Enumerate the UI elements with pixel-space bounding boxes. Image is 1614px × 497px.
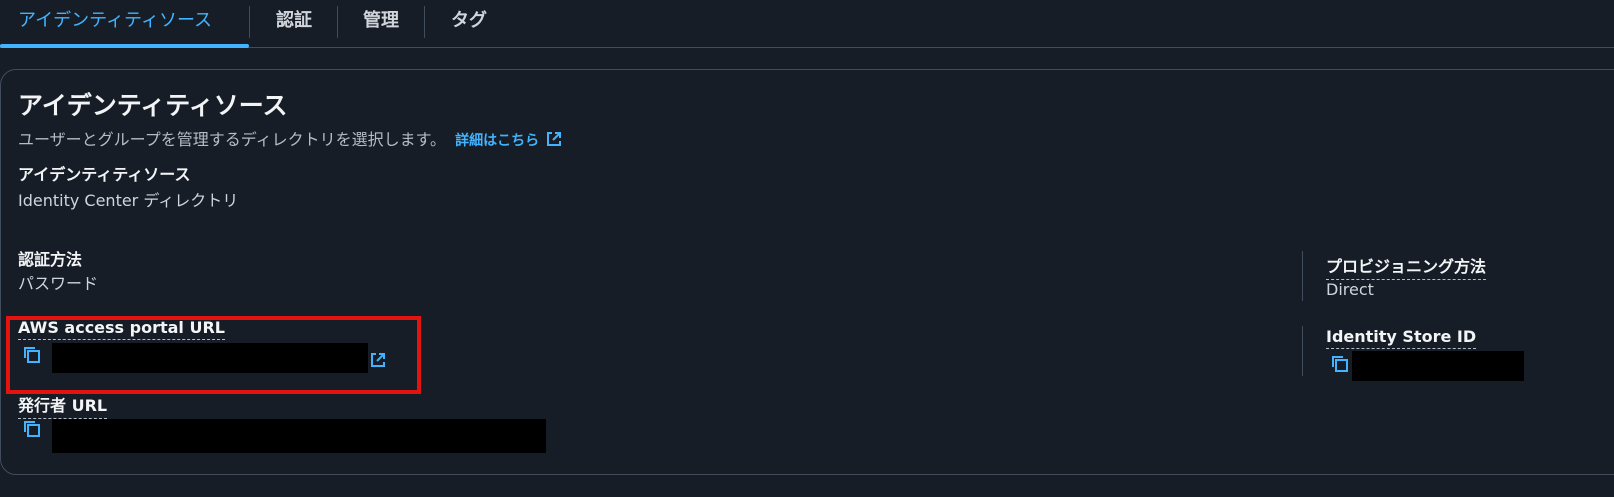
tab-authentication[interactable]: 認証 (276, 0, 312, 48)
auth-method-value: パスワード (18, 274, 99, 293)
identity-store-id-label[interactable]: Identity Store ID (1326, 327, 1477, 349)
auth-method-label: 認証方法 (18, 250, 83, 269)
provisioning-value: Direct (1326, 280, 1374, 299)
copy-icon[interactable] (1330, 354, 1350, 374)
section-title: アイデンティティソース (18, 91, 288, 120)
redacted-identity-store-id (1352, 351, 1524, 381)
tab-divider (424, 6, 425, 38)
learn-more-label: 詳細はこちら (455, 133, 540, 149)
section-description-row: ユーザーとグループを管理するディレクトリを選択します。 詳細はこちら (18, 126, 562, 150)
tab-bar: アイデンティティソース 認証 管理 タグ (0, 0, 1614, 48)
highlight-box (6, 316, 421, 394)
redacted-issuer-url (52, 419, 546, 453)
active-tab-indicator (0, 44, 249, 48)
identity-source-value: Identity Center ディレクトリ (18, 191, 239, 210)
tab-management[interactable]: 管理 (363, 0, 399, 48)
tab-tags[interactable]: タグ (451, 0, 487, 48)
copy-icon[interactable] (22, 419, 42, 439)
section-description: ユーザーとグループを管理するディレクトリを選択します。 (18, 130, 447, 149)
tab-divider (337, 6, 338, 38)
column-divider (1302, 251, 1303, 301)
column-divider (1302, 326, 1303, 376)
identity-source-label: アイデンティティソース (18, 165, 191, 184)
tab-identity-source[interactable]: アイデンティティソース (18, 0, 212, 48)
issuer-url-label[interactable]: 発行者 URL (18, 392, 108, 419)
learn-more-link[interactable]: 詳細はこちら (455, 132, 562, 149)
provisioning-label[interactable]: プロビジョニング方法 (1326, 253, 1487, 280)
tab-divider (249, 6, 250, 38)
external-link-icon (546, 132, 561, 146)
